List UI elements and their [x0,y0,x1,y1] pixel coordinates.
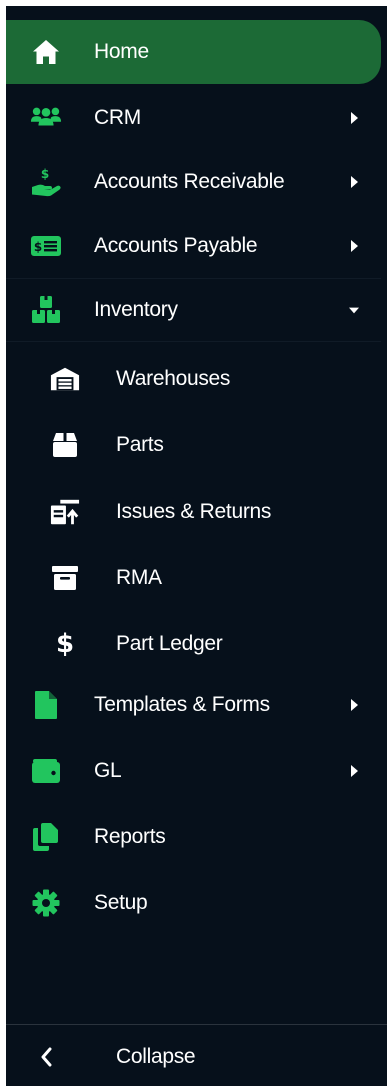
nav-item-setup[interactable]: Setup [6,871,381,935]
nav-item-home[interactable]: Home [6,20,381,84]
caret-right-icon [349,175,359,189]
users-icon [30,102,62,134]
sub-item-parts[interactable]: Parts [6,413,381,477]
nav-label-gl: GL [94,759,122,782]
nav-label-accounts-payable: Accounts Payable [94,234,258,257]
boxes-icon [30,294,62,326]
sub-label-parts: Parts [116,433,164,456]
nav-item-reports[interactable]: Reports [6,805,381,869]
sub-label-rma: RMA [116,566,162,589]
caret-right-icon [349,698,359,712]
caret-right-icon [349,111,359,125]
nav-label-templates-forms: Templates & Forms [94,693,270,716]
nav-label-home: Home [94,40,149,63]
nav-item-crm[interactable]: CRM [6,86,381,150]
collapse-label: Collapse [116,1045,196,1068]
copy-icon [30,821,62,853]
nav-label-inventory: Inventory [94,298,178,321]
caret-right-icon [349,239,359,253]
wallet-icon [30,755,62,787]
sub-label-issues-returns: Issues & Returns [116,500,272,523]
nav-item-gl[interactable]: GL [6,739,381,803]
sub-item-rma[interactable]: RMA [6,546,381,610]
hand-coin-icon: $ [30,166,62,198]
gear-icon [30,887,62,919]
sub-item-part-ledger[interactable]: $ Part Ledger [6,612,381,676]
caret-right-icon [349,764,359,778]
sidebar: Home CRM $ Accounts Receivable $ Account… [6,6,387,1086]
svg-text:$: $ [34,240,42,254]
sub-label-warehouses: Warehouses [116,367,231,390]
issue-return-icon [50,497,80,527]
box-icon [50,430,80,460]
svg-text:$: $ [41,167,49,181]
warehouse-icon [50,364,80,394]
caret-down-icon [349,303,359,317]
footer-divider [6,1024,387,1025]
chevron-left-icon [36,1045,56,1069]
nav-label-setup: Setup [94,891,148,914]
nav-label-reports: Reports [94,825,166,848]
nav-item-templates-forms[interactable]: Templates & Forms [6,673,381,737]
sub-item-warehouses[interactable]: Warehouses [6,347,381,411]
archive-icon [50,563,80,593]
sub-item-issues-returns[interactable]: Issues & Returns [6,480,381,544]
dollar-icon: $ [55,629,75,659]
nav-item-accounts-receivable[interactable]: $ Accounts Receivable [6,150,381,214]
sub-label-part-ledger: Part Ledger [116,632,223,655]
collapse-button[interactable]: Collapse [6,1028,387,1086]
nav-label-accounts-receivable: Accounts Receivable [94,170,285,193]
nav-item-inventory[interactable]: Inventory [6,278,381,342]
money-bill-icon: $ [30,230,62,262]
file-icon [30,689,62,721]
nav-label-crm: CRM [94,106,141,129]
home-icon [30,36,62,68]
nav-item-accounts-payable[interactable]: $ Accounts Payable [6,214,381,278]
